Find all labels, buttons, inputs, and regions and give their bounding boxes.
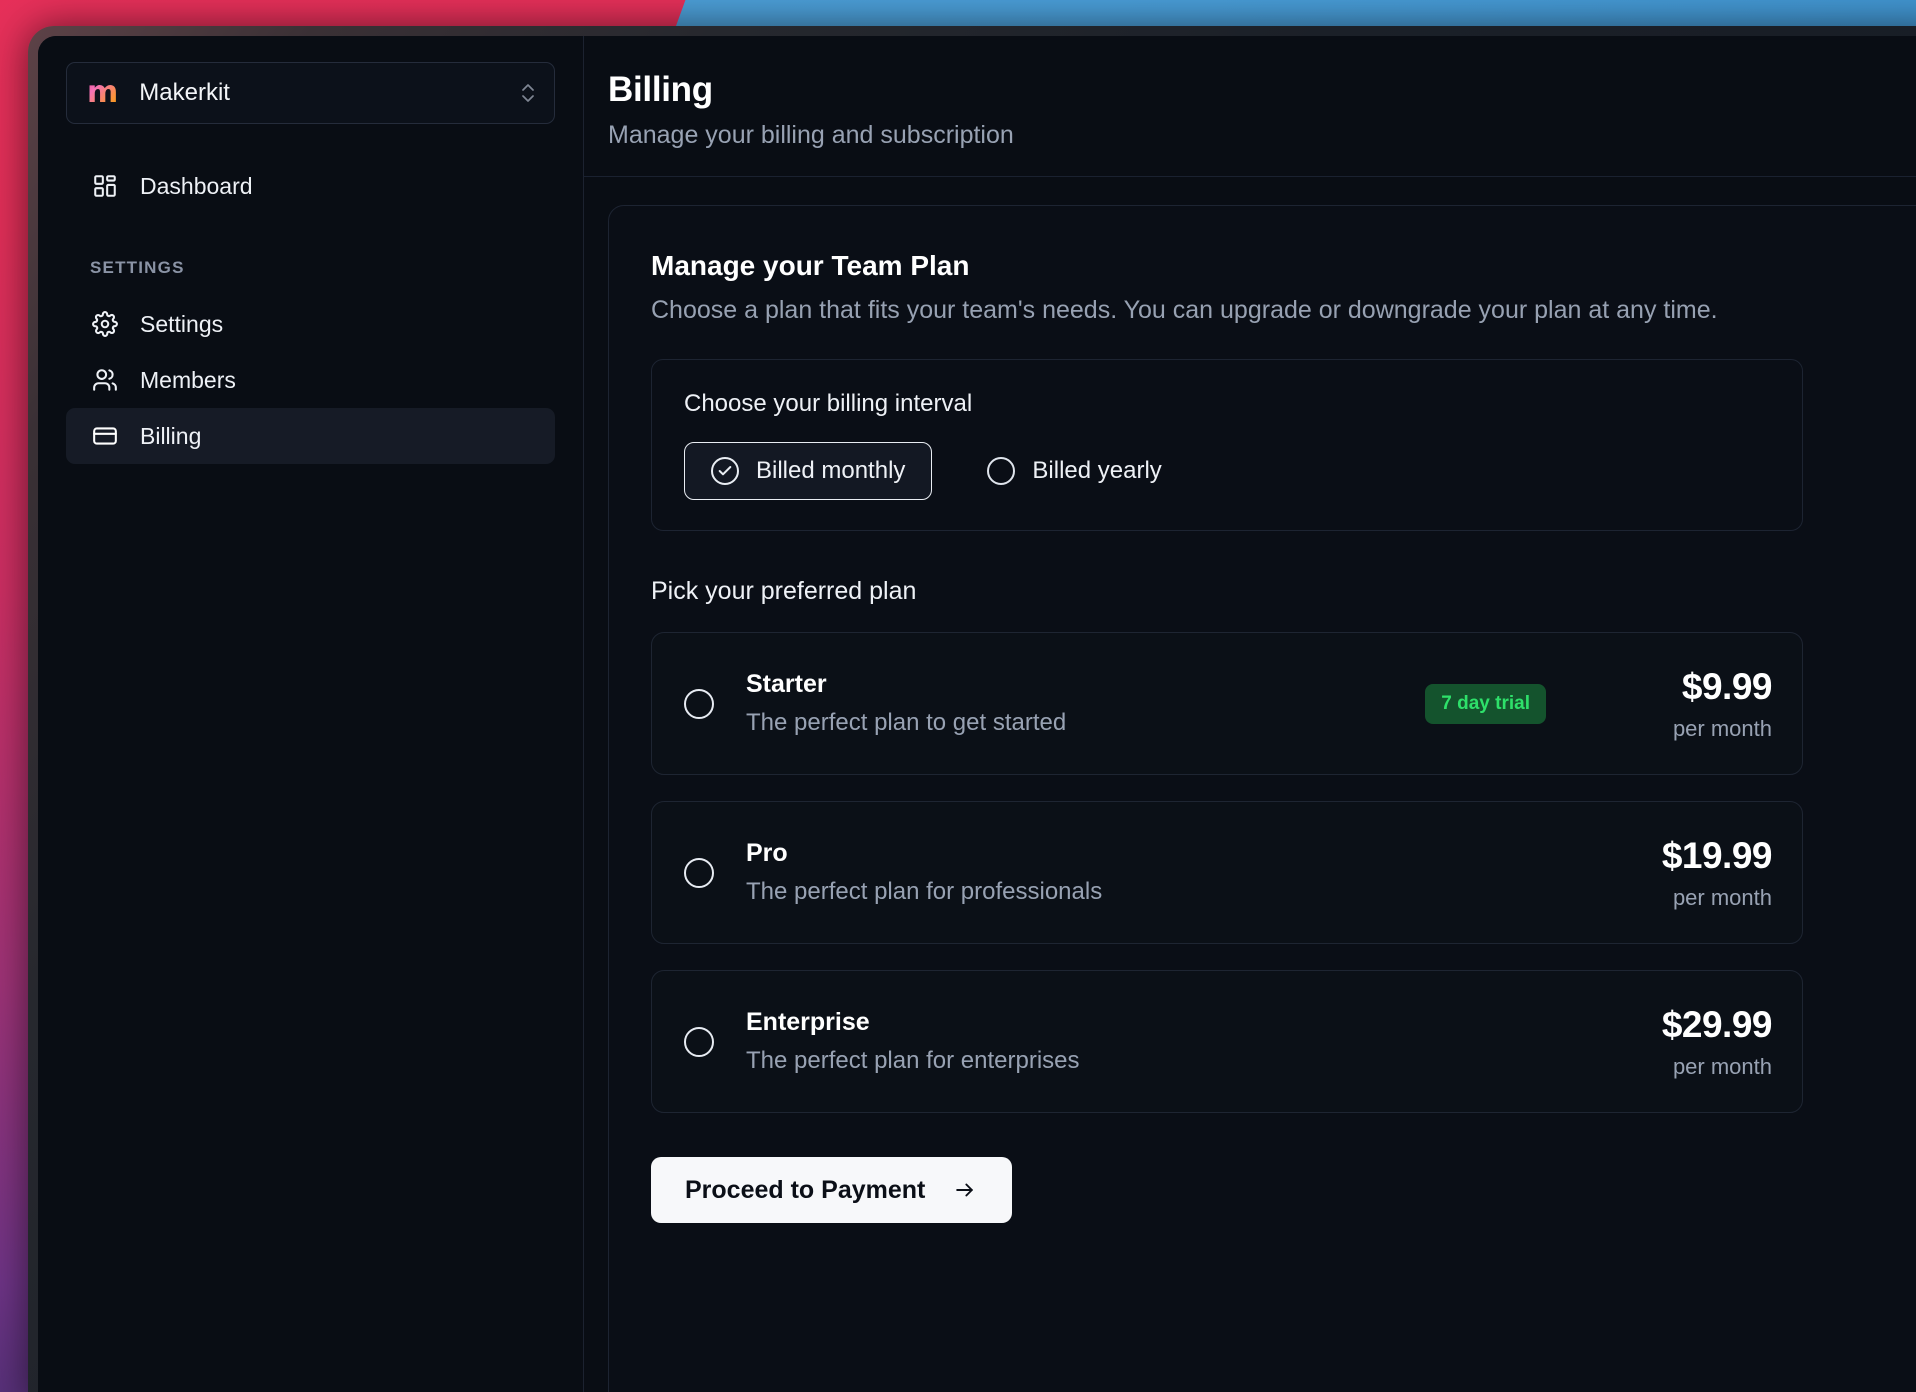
users-icon <box>90 367 120 393</box>
plan-description: The perfect plan for enterprises <box>746 1047 1582 1075</box>
interval-option-monthly[interactable]: Billed monthly <box>684 442 932 500</box>
trial-badge: 7 day trial <box>1425 684 1546 724</box>
arrow-right-icon <box>951 1179 978 1201</box>
billing-plan-card: Manage your Team Plan Choose a plan that… <box>608 205 1916 1392</box>
browser-window-frame: m Makerkit Dashboard <box>28 26 1916 1392</box>
plan-name: Starter <box>746 670 1425 699</box>
app-window: m Makerkit Dashboard <box>38 36 1916 1392</box>
plan-price: $29.99 <box>1582 1004 1772 1046</box>
plan-description: The perfect plan to get started <box>746 709 1425 737</box>
interval-option-label: Billed monthly <box>756 457 905 485</box>
page-header: Billing Manage your billing and subscrip… <box>584 36 1916 177</box>
credit-card-icon <box>90 423 120 449</box>
sidebar-item-label: Billing <box>140 423 201 450</box>
card-subtitle: Choose a plan that fits your team's need… <box>651 296 1916 325</box>
billing-interval-label: Choose your billing interval <box>684 390 1802 418</box>
proceed-to-payment-button[interactable]: Proceed to Payment <box>651 1157 1012 1223</box>
sidebar-item-members[interactable]: Members <box>66 352 555 408</box>
card-title: Manage your Team Plan <box>651 250 1916 282</box>
billing-interval-group: Choose your billing interval Billed mont… <box>651 359 1803 531</box>
plan-option-pro[interactable]: Pro The perfect plan for professionals $… <box>651 801 1803 944</box>
plan-period: per month <box>1582 716 1772 742</box>
plan-price-block: $9.99 per month <box>1582 666 1772 742</box>
sidebar-item-label: Members <box>140 367 236 394</box>
plan-text: Enterprise The perfect plan for enterpri… <box>746 1008 1582 1075</box>
plan-price-block: $19.99 per month <box>1582 835 1772 911</box>
team-name-label: Makerkit <box>139 79 520 107</box>
sidebar-item-dashboard[interactable]: Dashboard <box>66 158 555 214</box>
plan-name: Pro <box>746 839 1582 868</box>
plan-option-starter[interactable]: Starter The perfect plan to get started … <box>651 632 1803 775</box>
plan-price: $19.99 <box>1582 835 1772 877</box>
sidebar-item-label: Dashboard <box>140 173 253 200</box>
team-switcher[interactable]: m Makerkit <box>66 62 555 124</box>
radio-unchecked-icon <box>987 457 1015 485</box>
gear-icon <box>90 311 120 337</box>
makerkit-logo-icon: m <box>87 78 117 108</box>
plan-period: per month <box>1582 885 1772 911</box>
page-subtitle: Manage your billing and subscription <box>608 121 1916 150</box>
sidebar-section-heading: SETTINGS <box>90 258 583 278</box>
sidebar-item-billing[interactable]: Billing <box>66 408 555 464</box>
layout-grid-icon <box>90 173 120 199</box>
radio-unchecked-icon[interactable] <box>684 1027 714 1057</box>
sidebar-item-settings[interactable]: Settings <box>66 296 555 352</box>
interval-option-label: Billed yearly <box>1032 457 1161 485</box>
plan-option-enterprise[interactable]: Enterprise The perfect plan for enterpri… <box>651 970 1803 1113</box>
proceed-to-payment-label: Proceed to Payment <box>685 1176 925 1205</box>
plan-price: $9.99 <box>1582 666 1772 708</box>
main-content: Billing Manage your billing and subscrip… <box>584 36 1916 1392</box>
chevron-up-down-icon <box>520 79 536 107</box>
sidebar: m Makerkit Dashboard <box>38 36 584 1392</box>
interval-option-yearly[interactable]: Billed yearly <box>960 442 1188 500</box>
plan-price-block: $29.99 per month <box>1582 1004 1772 1080</box>
pick-plan-label: Pick your preferred plan <box>651 577 1916 606</box>
plan-text: Starter The perfect plan to get started <box>746 670 1425 737</box>
page-title: Billing <box>608 70 1916 110</box>
plan-name: Enterprise <box>746 1008 1582 1037</box>
plan-description: The perfect plan for professionals <box>746 878 1582 906</box>
plan-text: Pro The perfect plan for professionals <box>746 839 1582 906</box>
sidebar-item-label: Settings <box>140 311 223 338</box>
plan-period: per month <box>1582 1054 1772 1080</box>
radio-unchecked-icon[interactable] <box>684 858 714 888</box>
sidebar-nav: Dashboard SETTINGS Settings <box>38 158 583 464</box>
radio-unchecked-icon[interactable] <box>684 689 714 719</box>
billing-interval-options: Billed monthly Billed yearly <box>684 442 1802 500</box>
check-circle-icon <box>711 457 739 485</box>
